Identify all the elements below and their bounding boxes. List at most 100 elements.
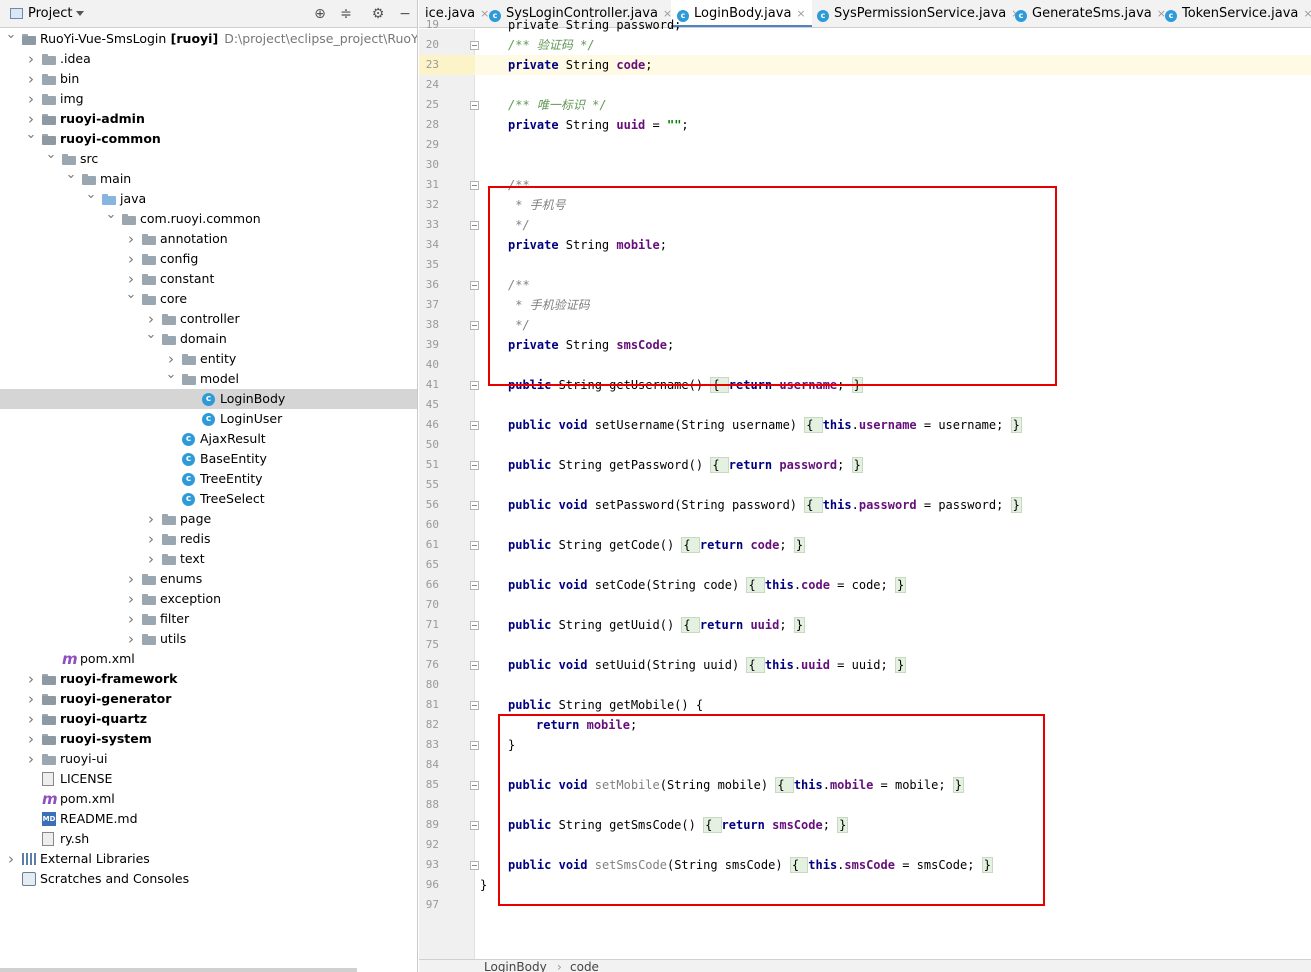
- fold-marker-icon[interactable]: [470, 41, 479, 50]
- tree-item[interactable]: › exception: [0, 589, 417, 609]
- chevron-right-icon[interactable]: ›: [144, 549, 158, 569]
- tree-item[interactable]: ⌄ ruoyi-common: [0, 128, 417, 149]
- fold-marker-icon[interactable]: [470, 461, 479, 470]
- project-view-selector[interactable]: Project: [28, 6, 72, 21]
- chevron-down-icon[interactable]: ⌄: [4, 28, 18, 49]
- tree-item[interactable]: m pom.xml: [0, 789, 417, 809]
- tree-item[interactable]: ⌄ RuoYi-Vue-SmsLogin [ruoyi] D:\project\ec…: [0, 28, 417, 49]
- tree-item[interactable]: › ruoyi-admin: [0, 109, 417, 129]
- fold-marker-icon[interactable]: [470, 661, 479, 670]
- tree-item[interactable]: › bin: [0, 69, 417, 89]
- tree-item[interactable]: MD README.md: [0, 809, 417, 829]
- chevron-down-icon[interactable]: ⌄: [24, 128, 38, 149]
- fold-marker-icon[interactable]: [470, 621, 479, 630]
- tree-item[interactable]: › constant: [0, 269, 417, 289]
- tree-item[interactable]: › controller: [0, 309, 417, 329]
- chevron-down-icon[interactable]: ⌄: [124, 288, 138, 309]
- breadcrumb-item-class[interactable]: LoginBody: [484, 960, 547, 972]
- fold-marker-icon[interactable]: [470, 861, 479, 870]
- tree-item[interactable]: › enums: [0, 569, 417, 589]
- chevron-right-icon[interactable]: ›: [24, 669, 38, 689]
- tree-item[interactable]: LICENSE: [0, 769, 417, 789]
- tree-item[interactable]: › .idea: [0, 49, 417, 69]
- editor-tab[interactable]: c GenerateSms.java ×: [1009, 0, 1172, 27]
- code-editor[interactable]: 19 20 23 24 25 28 29 30 31 32 33 34 35 36 37 38 39 40 41 45…: [419, 18, 1311, 959]
- fold-marker-icon[interactable]: [470, 541, 479, 550]
- tree-item[interactable]: › redis: [0, 529, 417, 549]
- chevron-right-icon[interactable]: ›: [164, 349, 178, 369]
- chevron-down-icon[interactable]: ⌄: [84, 188, 98, 209]
- tree-item[interactable]: › ruoyi-framework: [0, 669, 417, 689]
- tree-item[interactable]: › ruoyi-system: [0, 729, 417, 749]
- chevron-right-icon[interactable]: ›: [24, 689, 38, 709]
- tree-item[interactable]: c AjaxResult: [0, 429, 417, 449]
- fold-marker-icon[interactable]: [470, 221, 479, 230]
- tree-item[interactable]: c LoginBody: [0, 389, 417, 409]
- tree-item[interactable]: › utils: [0, 629, 417, 649]
- gear-icon[interactable]: ⚙: [370, 6, 386, 22]
- hide-panel-icon[interactable]: −: [397, 6, 413, 22]
- chevron-right-icon[interactable]: ›: [24, 729, 38, 749]
- chevron-right-icon[interactable]: ›: [124, 629, 138, 649]
- horizontal-scrollbar[interactable]: [0, 968, 357, 972]
- chevron-down-icon[interactable]: ⌄: [64, 168, 78, 189]
- tree-item[interactable]: ⌄ domain: [0, 328, 417, 349]
- chevron-right-icon[interactable]: ›: [144, 309, 158, 329]
- chevron-right-icon[interactable]: ›: [24, 49, 38, 69]
- chevron-down-icon[interactable]: [76, 11, 84, 16]
- tree-item[interactable]: ry.sh: [0, 829, 417, 849]
- editor-tab[interactable]: c TokenService.java ×: [1159, 0, 1311, 27]
- chevron-right-icon[interactable]: ›: [124, 269, 138, 289]
- fold-marker-icon[interactable]: [470, 781, 479, 790]
- chevron-right-icon[interactable]: ›: [124, 589, 138, 609]
- tree-item[interactable]: c TreeEntity: [0, 469, 417, 489]
- chevron-right-icon[interactable]: ›: [24, 69, 38, 89]
- tree-item[interactable]: c LoginUser: [0, 409, 417, 429]
- editor-tab[interactable]: c LoginBody.java ×: [671, 0, 812, 27]
- tree-item[interactable]: › ruoyi-ui: [0, 749, 417, 769]
- close-icon[interactable]: ×: [1303, 7, 1311, 20]
- fold-marker-icon[interactable]: [470, 501, 479, 510]
- fold-marker-icon[interactable]: [470, 281, 479, 290]
- fold-marker-icon[interactable]: [470, 581, 479, 590]
- tree-item[interactable]: Scratches and Consoles: [0, 869, 417, 889]
- tree-item[interactable]: ⌄ model: [0, 368, 417, 389]
- chevron-down-icon[interactable]: ⌄: [164, 368, 178, 389]
- fold-marker-icon[interactable]: [470, 821, 479, 830]
- tree-item[interactable]: › text: [0, 549, 417, 569]
- fold-marker-icon[interactable]: [470, 101, 479, 110]
- locate-icon[interactable]: ⊕: [312, 6, 328, 22]
- chevron-right-icon[interactable]: ›: [124, 229, 138, 249]
- tree-item[interactable]: › ruoyi-quartz: [0, 709, 417, 729]
- chevron-right-icon[interactable]: ›: [4, 849, 18, 869]
- chevron-right-icon[interactable]: ›: [144, 529, 158, 549]
- tree-item[interactable]: c TreeSelect: [0, 489, 417, 509]
- fold-marker-icon[interactable]: [470, 421, 479, 430]
- chevron-right-icon[interactable]: ›: [124, 249, 138, 269]
- fold-marker-icon[interactable]: [470, 701, 479, 710]
- tree-item[interactable]: ⌄ java: [0, 188, 417, 209]
- editor-tab[interactable]: cSysPermissionService.java×: [811, 0, 1026, 27]
- chevron-right-icon[interactable]: ›: [24, 109, 38, 129]
- fold-marker-icon[interactable]: [470, 321, 479, 330]
- tree-item[interactable]: › ruoyi-generator: [0, 689, 417, 709]
- tree-item[interactable]: ⌄ core: [0, 288, 417, 309]
- breadcrumb-item-field[interactable]: code: [570, 960, 599, 972]
- chevron-right-icon[interactable]: ›: [124, 569, 138, 589]
- chevron-down-icon[interactable]: ⌄: [44, 148, 58, 169]
- fold-marker-icon[interactable]: [470, 381, 479, 390]
- chevron-down-icon[interactable]: ⌄: [104, 208, 118, 229]
- close-icon[interactable]: ×: [796, 7, 805, 20]
- tree-item[interactable]: › page: [0, 509, 417, 529]
- collapse-all-icon[interactable]: ≑: [338, 6, 354, 22]
- tree-item[interactable]: › filter: [0, 609, 417, 629]
- tree-item[interactable]: m pom.xml: [0, 649, 417, 669]
- tree-item[interactable]: ⌄ main: [0, 168, 417, 189]
- tree-item[interactable]: › img: [0, 89, 417, 109]
- chevron-right-icon[interactable]: ›: [24, 89, 38, 109]
- fold-marker-icon[interactable]: [470, 181, 479, 190]
- tree-item[interactable]: ⌄ src: [0, 148, 417, 169]
- chevron-right-icon[interactable]: ›: [144, 509, 158, 529]
- tree-item[interactable]: › annotation: [0, 229, 417, 249]
- tree-item[interactable]: › config: [0, 249, 417, 269]
